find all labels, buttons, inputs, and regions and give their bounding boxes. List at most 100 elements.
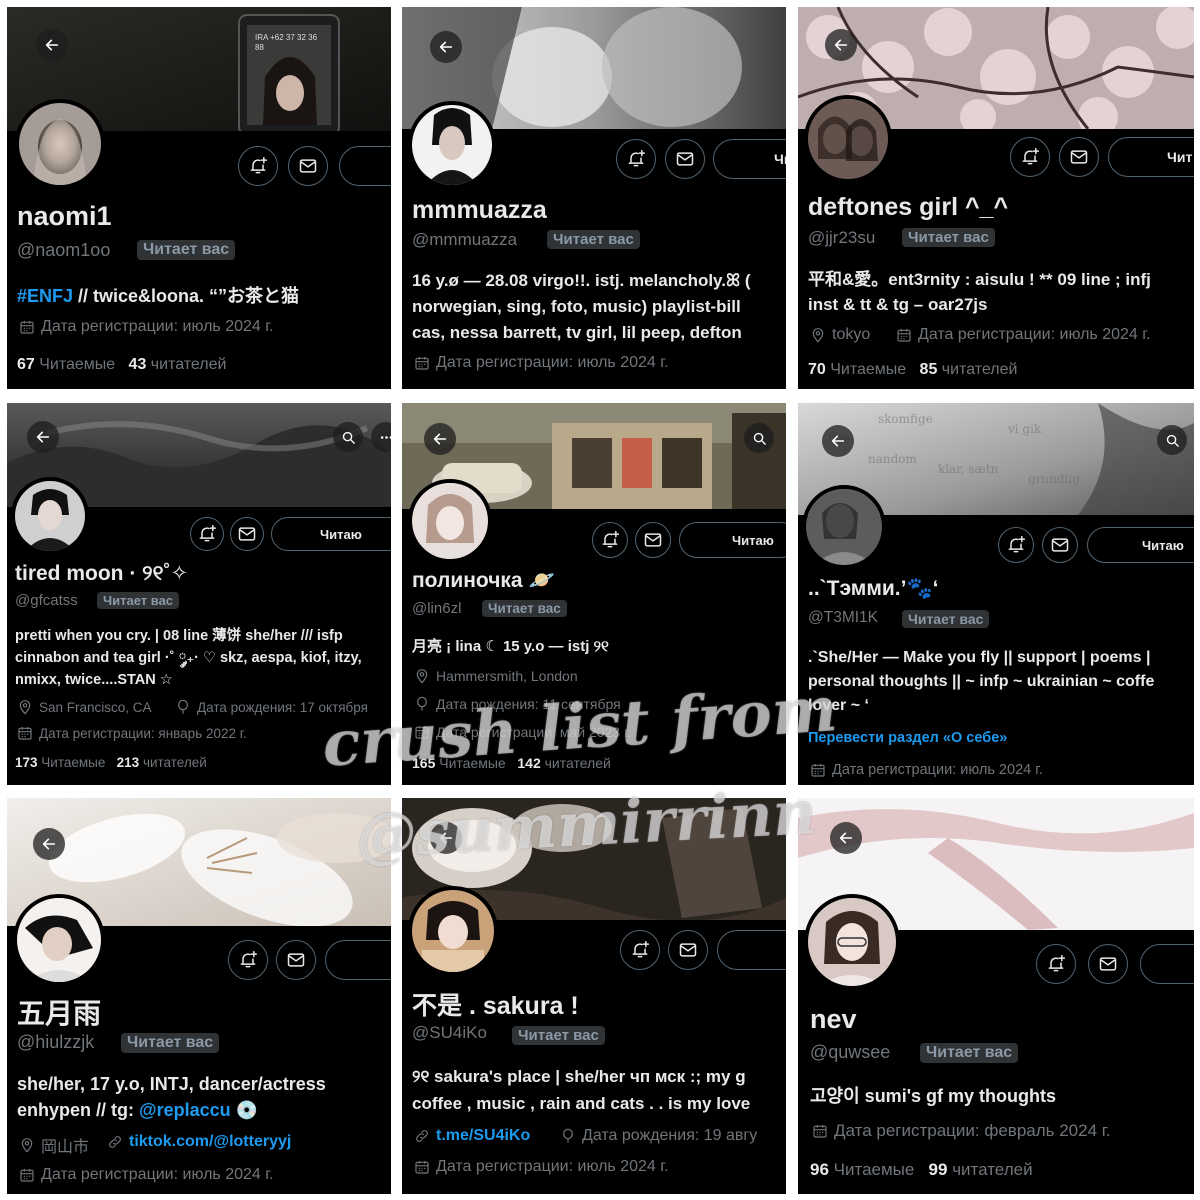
- message-button[interactable]: [230, 517, 264, 551]
- avatar[interactable]: [408, 886, 498, 976]
- avatar[interactable]: [804, 95, 892, 183]
- message-button[interactable]: [1042, 527, 1078, 563]
- website-link[interactable]: t.me/SU4iKo: [436, 1127, 530, 1145]
- mail-icon: [237, 524, 257, 544]
- following-link[interactable]: 173 Читаемые: [15, 755, 105, 770]
- message-button[interactable]: [1088, 944, 1128, 984]
- bio-line-3: nmixx, twice....STAN ☆: [15, 672, 173, 688]
- phone-screen-text: IRA +62 37 32 36 88: [255, 33, 318, 52]
- location-pin-icon: [414, 668, 430, 684]
- search-button[interactable]: [744, 423, 774, 453]
- bell-plus-icon: [197, 524, 217, 544]
- location: tokyo: [810, 326, 870, 344]
- website: t.me/SU4iKo: [414, 1127, 530, 1145]
- following-button[interactable]: [717, 930, 786, 970]
- notify-button[interactable]: [190, 517, 224, 551]
- followers-link[interactable]: 43 читателей: [129, 356, 227, 373]
- follows-you-badge: Читает вас: [97, 592, 180, 609]
- back-button[interactable]: [825, 29, 857, 61]
- back-button[interactable]: [822, 425, 854, 457]
- avatar[interactable]: [804, 894, 900, 990]
- handle: @naom1oo: [17, 240, 111, 260]
- avatar[interactable]: [13, 894, 105, 986]
- message-button[interactable]: [276, 940, 316, 980]
- hashtag-link[interactable]: #ENFJ: [17, 286, 73, 306]
- avatar[interactable]: [15, 99, 105, 189]
- calendar-icon: [414, 724, 430, 740]
- arrow-left-icon: [838, 830, 854, 846]
- back-button[interactable]: [430, 822, 462, 854]
- bio-line-1: 16 y.ø — 28.08 virgo!!. istj. melancholy…: [412, 271, 751, 290]
- follow-stats: 165 Читаемые 142 читателей: [412, 755, 611, 771]
- following-link[interactable]: 165 Читаемые: [412, 755, 506, 771]
- following-button[interactable]: Чит: [1108, 137, 1194, 177]
- calendar-icon: [810, 762, 826, 778]
- message-button[interactable]: [1059, 137, 1099, 177]
- avatar[interactable]: [408, 479, 492, 563]
- notify-button[interactable]: [238, 146, 278, 186]
- notify-button[interactable]: [228, 940, 268, 980]
- bell-plus-icon: [626, 149, 646, 169]
- bio-line-2: personal thoughts || ~ infp ~ ukrainian …: [808, 673, 1155, 690]
- bio-line-1: 고양이 sumi's gf my thoughts: [810, 1086, 1056, 1106]
- back-button[interactable]: [830, 822, 862, 854]
- avatar[interactable]: [408, 101, 496, 189]
- svg-text:vi gik: vi gik: [1007, 422, 1042, 436]
- back-button[interactable]: [424, 423, 456, 455]
- search-button[interactable]: [333, 422, 363, 452]
- bio-line-1: ୨୧ sakura's place | she/her чп мск :; my…: [412, 1067, 746, 1086]
- notify-button[interactable]: [1010, 137, 1050, 177]
- followers-link[interactable]: 213 читателей: [117, 755, 207, 770]
- website-link[interactable]: tiktok.com/@lotteryyj: [129, 1133, 291, 1151]
- translate-bio-link[interactable]: Перевести раздел «О себе»: [808, 728, 1007, 749]
- follow-stats: 173 Читаемые 213 читателей: [15, 755, 207, 770]
- back-button[interactable]: [33, 828, 65, 860]
- mail-icon: [1098, 954, 1118, 974]
- avatar[interactable]: [11, 477, 89, 555]
- handle: @lin6zl: [412, 600, 462, 617]
- notify-button[interactable]: [616, 139, 656, 179]
- birthday: Дата рождения: 11 сентября: [414, 696, 621, 712]
- balloon-icon: [175, 699, 191, 715]
- notify-button[interactable]: [592, 522, 628, 558]
- notify-button[interactable]: [1036, 944, 1076, 984]
- svg-text:skomfige: skomfige: [878, 412, 933, 426]
- following-link[interactable]: 70 Читаемые: [808, 361, 906, 378]
- back-button[interactable]: [27, 421, 59, 453]
- message-button[interactable]: [635, 522, 671, 558]
- notify-button[interactable]: [620, 930, 660, 970]
- following-button[interactable]: Чи: [713, 139, 786, 179]
- followers-link[interactable]: 85 читателей: [920, 361, 1018, 378]
- bell-plus-icon: [248, 156, 268, 176]
- following-button[interactable]: [339, 146, 391, 186]
- mail-icon: [643, 530, 663, 550]
- back-button[interactable]: [430, 31, 462, 63]
- following-button[interactable]: [325, 940, 391, 980]
- calendar-icon: [812, 1123, 828, 1139]
- back-button[interactable]: [36, 29, 68, 61]
- message-button[interactable]: [665, 139, 705, 179]
- profile-card-mmmuazza: Чи mmmuazza @mmmuazza Читает вас 16 y.ø …: [402, 7, 786, 389]
- following-button[interactable]: [1140, 944, 1194, 984]
- bio-line-1: pretti when you cry. | 08 line 薄饼 she/he…: [15, 628, 343, 644]
- bio-line-1: .`She/Her — Make you fly || support | po…: [808, 649, 1151, 666]
- bio-line-3: lover ~ ‘: [808, 697, 869, 714]
- handle: @quwsee: [810, 1042, 891, 1062]
- following-link[interactable]: 96 Читаемые: [810, 1160, 914, 1179]
- following-button[interactable]: Читаю: [271, 517, 391, 551]
- notify-button[interactable]: [998, 527, 1034, 563]
- joined-date: Дата регистрации: июль 2024 г.: [414, 354, 669, 372]
- search-button[interactable]: [1157, 425, 1187, 455]
- message-button[interactable]: [288, 146, 328, 186]
- arrow-left-icon: [41, 836, 57, 852]
- message-button[interactable]: [668, 930, 708, 970]
- mention-link[interactable]: @replaccu: [139, 1100, 231, 1120]
- followers-link[interactable]: 99 читателей: [929, 1160, 1033, 1179]
- birthday: Дата рождения: 19 авгу: [560, 1127, 757, 1145]
- following-button[interactable]: Читаю: [679, 522, 786, 558]
- bio-line-1: 平和&愛。ent3rnity : aisulu ! ** 09 line ; i…: [808, 270, 1151, 289]
- following-link[interactable]: 67 Читаемые: [17, 356, 115, 373]
- following-button[interactable]: Читаю: [1087, 527, 1194, 563]
- avatar[interactable]: [802, 485, 886, 569]
- followers-link[interactable]: 142 читателей: [517, 755, 610, 771]
